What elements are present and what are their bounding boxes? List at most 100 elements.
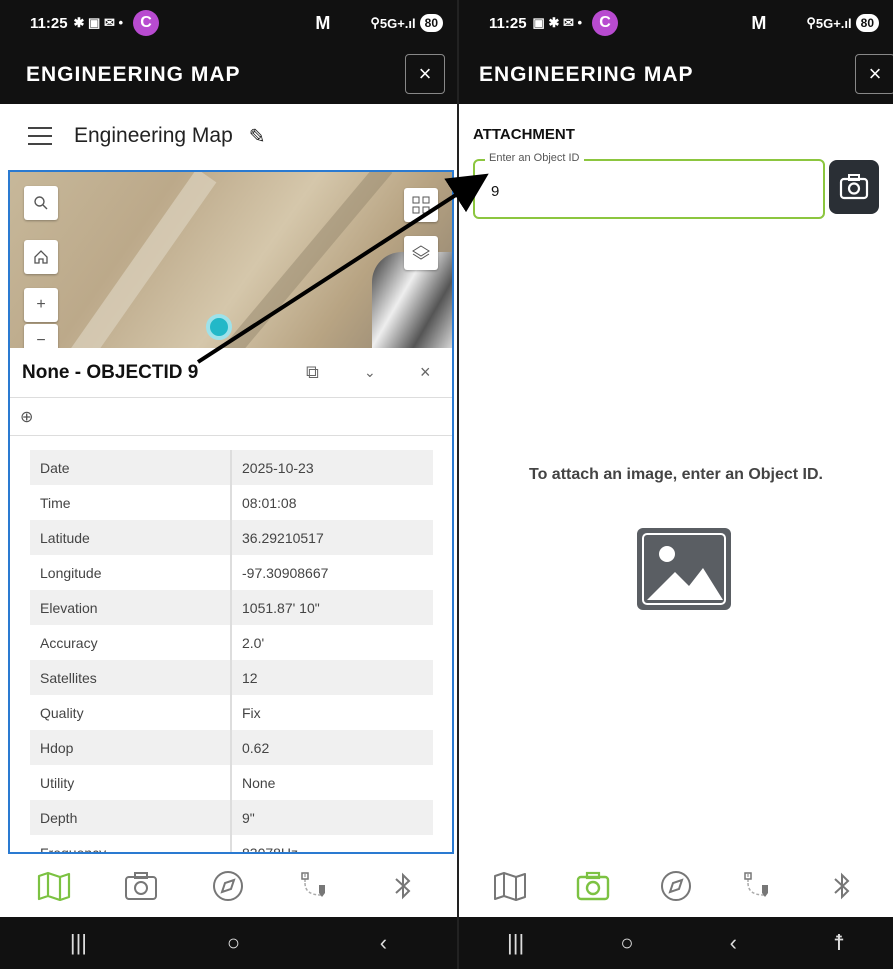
- tab-route[interactable]: [739, 866, 779, 906]
- camera-icon: [839, 174, 869, 200]
- popup-title: None - OBJECTID 9: [22, 361, 199, 383]
- attribute-key: Frequency: [30, 835, 232, 852]
- table-row: Date 2025-10-23: [30, 450, 433, 485]
- close-popup-icon[interactable]: ×: [420, 362, 431, 383]
- close-button[interactable]: ×: [405, 54, 445, 94]
- location-pin-icon[interactable]: [206, 314, 232, 340]
- zoom-to-icon[interactable]: ⊕: [20, 407, 33, 427]
- status-icons: ▣ ✱ ✉ •: [532, 15, 583, 30]
- tab-bluetooth[interactable]: [822, 866, 862, 906]
- camera-icon: [576, 871, 610, 901]
- table-row: Frequency 83078Hz: [30, 835, 433, 852]
- tab-camera[interactable]: [567, 866, 620, 924]
- tab-map[interactable]: [27, 866, 80, 924]
- system-nav: ||| ○ ‹ ☨: [459, 917, 893, 969]
- signal-icon: ⚲: [370, 15, 380, 30]
- battery-badge: 80: [855, 14, 879, 32]
- tab-compass[interactable]: [208, 866, 248, 906]
- chevron-down-icon[interactable]: ⌄: [364, 364, 376, 381]
- attribute-value: -97.30908667: [242, 564, 329, 581]
- bluetooth-icon: [833, 872, 850, 900]
- attribute-key: Utility: [30, 765, 232, 800]
- back-icon[interactable]: ‹: [730, 930, 737, 956]
- satellite-map[interactable]: + −: [10, 172, 452, 348]
- home-button-icon[interactable]: ○: [620, 930, 633, 956]
- zoom-in-icon[interactable]: +: [24, 288, 58, 322]
- signal-icon: ⚲: [806, 15, 816, 30]
- right-screen: 11:25 ▣ ✱ ✉ • C M ⚲ 5G+ .ıl 80 ENGINEERI…: [457, 0, 893, 969]
- menu-icon[interactable]: [28, 127, 52, 145]
- table-row: Longitude -97.30908667: [30, 555, 433, 590]
- app-title: ENGINEERING MAP: [26, 63, 241, 86]
- battery-badge: 80: [419, 14, 443, 32]
- recent-apps-icon[interactable]: |||: [70, 930, 87, 956]
- attribute-key: Time: [30, 485, 232, 520]
- home-button-icon[interactable]: ○: [227, 930, 240, 956]
- app-title: ENGINEERING MAP: [479, 63, 694, 86]
- zoom-out-icon[interactable]: −: [24, 324, 58, 348]
- attribute-value: 0.62: [231, 730, 433, 765]
- popup-toolbar: ⊕: [10, 398, 452, 436]
- close-button[interactable]: ×: [855, 54, 893, 94]
- attribute-value: 08:01:08: [242, 494, 297, 511]
- app-bar: ENGINEERING MAP ×: [459, 46, 893, 104]
- accessibility-icon[interactable]: ☨: [833, 930, 845, 956]
- attribute-key: Depth: [30, 800, 232, 835]
- feature-popup: None - OBJECTID 9 ⧉ ⌄ × ⊕ Date 2025-10-23…: [10, 348, 452, 852]
- status-time: 11:25: [489, 14, 527, 32]
- edit-icon[interactable]: ✎: [249, 124, 266, 149]
- table-row: Time 08:01:08: [30, 485, 433, 520]
- table-row: Utility None: [30, 765, 433, 800]
- attribute-key: Hdop: [30, 730, 232, 765]
- attachment-label: ATTACHMENT: [473, 126, 575, 143]
- table-row: Hdop 0.62: [30, 730, 433, 765]
- status-bar: 11:25 ✱ ▣ ✉ • C M ⚲ 5G+ .ıl 80: [0, 0, 457, 46]
- network-label: 5G+: [815, 15, 841, 31]
- status-time: 11:25: [30, 14, 68, 32]
- qr-icon[interactable]: [404, 188, 438, 222]
- status-bar: 11:25 ▣ ✱ ✉ • C M ⚲ 5G+ .ıl 80: [459, 0, 893, 46]
- tab-compass[interactable]: [656, 866, 696, 906]
- compass-icon: [660, 871, 691, 901]
- network-label: 5G+: [379, 15, 405, 31]
- attribute-value: 9": [231, 800, 433, 835]
- bottom-nav: [459, 855, 893, 924]
- avatar: C: [592, 10, 619, 36]
- attribute-key: Longitude: [30, 555, 232, 590]
- compass-icon: [213, 871, 244, 901]
- object-id-legend: Enter an Object ID: [485, 152, 584, 164]
- gmail-icon: M: [751, 12, 767, 33]
- object-id-value[interactable]: 9: [491, 183, 499, 200]
- take-photo-button[interactable]: [829, 160, 879, 214]
- object-id-input[interactable]: Enter an Object ID 9: [473, 152, 825, 219]
- attribute-value: None: [242, 774, 276, 791]
- back-icon[interactable]: ‹: [380, 930, 387, 956]
- layers-icon[interactable]: [404, 236, 438, 270]
- home-icon[interactable]: [24, 240, 58, 274]
- map-view[interactable]: + − None - OBJECTID 9 ⧉ ⌄ × ⊕ Date 2025-1…: [8, 170, 454, 854]
- recent-apps-icon[interactable]: |||: [507, 930, 524, 956]
- close-icon: ×: [418, 61, 432, 86]
- attribute-key: Quality: [30, 695, 232, 730]
- attribute-value: 2.0': [242, 634, 265, 651]
- table-row: Accuracy 2.0': [30, 625, 433, 660]
- left-screen: 11:25 ✱ ▣ ✉ • C M ⚲ 5G+ .ıl 80 ENGINEERI…: [0, 0, 457, 969]
- dock-icon[interactable]: ⧉: [306, 362, 319, 383]
- avatar: C: [133, 10, 160, 36]
- map-title: Engineering Map: [74, 124, 233, 147]
- attribute-key: Accuracy: [30, 625, 232, 660]
- attribute-key: Elevation: [30, 590, 232, 625]
- signal-bars-icon: .ıl: [840, 15, 852, 31]
- attribute-value: 1051.87' 10": [231, 590, 433, 625]
- tab-bluetooth[interactable]: [383, 866, 423, 906]
- search-icon[interactable]: [24, 186, 58, 220]
- attribute-value: 2025-10-23: [231, 450, 433, 485]
- status-icons: ✱ ▣ ✉ •: [73, 15, 124, 30]
- route-icon: [301, 872, 325, 897]
- signal-bars-icon: .ıl: [404, 15, 416, 31]
- popup-header: None - OBJECTID 9 ⧉ ⌄ ×: [10, 348, 452, 398]
- tab-camera[interactable]: [121, 866, 161, 906]
- bottom-nav: [0, 855, 457, 924]
- tab-route[interactable]: [296, 866, 336, 906]
- tab-map[interactable]: [490, 866, 530, 906]
